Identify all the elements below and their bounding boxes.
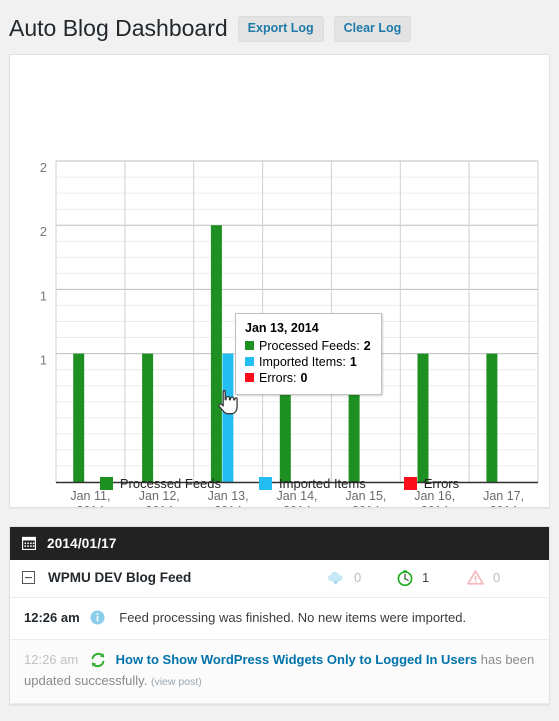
timer-icon [397, 570, 413, 586]
log-entry: 12:26 am Feed processing was finished. N… [10, 598, 549, 641]
x-axis-tick-label: Jan 15, [345, 489, 386, 503]
x-axis-tick-label: Jan 11, [70, 489, 110, 503]
bar-0-2 [210, 225, 222, 482]
log-entry-post-link[interactable]: How to Show WordPress Widgets Only to Lo… [116, 652, 478, 667]
activity-log-panel: 2014/01/17 WPMU DEV Blog Feed 0 1 0 12:2… [9, 525, 550, 706]
log-entry-time: 12:26 am [24, 652, 79, 668]
bar-chart[interactable]: 2211Jan 11,2014Jan 12,2014Jan 13,2014Jan… [10, 55, 549, 507]
log-date-label: 2014/01/17 [47, 535, 117, 551]
tooltip-label-errors: Errors: [259, 370, 297, 385]
chart-panel: 2211Jan 11,2014Jan 12,2014Jan 13,2014Jan… [9, 53, 550, 508]
stat-value-processed-feeds: 1 [422, 570, 430, 586]
tooltip-value-errors: 0 [300, 370, 308, 385]
tooltip-value-processed-feeds: 2 [363, 338, 371, 353]
calendar-icon [22, 536, 36, 551]
tooltip-value-imported-items: 1 [349, 354, 357, 369]
info-icon [90, 608, 116, 628]
feed-summary-row: WPMU DEV Blog Feed 0 1 0 [10, 559, 549, 598]
warning-icon [467, 570, 484, 586]
chart-tooltip: Jan 13, 2014 Processed Feeds: 2 Imported… [235, 312, 382, 395]
tooltip-label-imported-items: Imported Items: [259, 354, 346, 369]
x-axis-tick-label: Jan 14, [276, 489, 317, 503]
stat-processed-feeds: 1 [397, 570, 467, 586]
y-axis-tick-label: 1 [40, 288, 47, 303]
x-axis-tick-label: 2014 [283, 504, 311, 507]
tooltip-row-errors: Errors: 0 [245, 370, 371, 386]
x-axis-tick-label: 2014 [421, 504, 449, 507]
legend-item-errors[interactable]: Errors [403, 475, 460, 491]
log-entry-text: Feed processing was finished. No new ite… [119, 609, 467, 625]
legend-label-errors: Errors [423, 475, 460, 491]
legend-item-processed-feeds[interactable]: Processed Feeds [99, 475, 222, 491]
tooltip-swatch-processed-feeds [245, 341, 254, 351]
tooltip-swatch-imported-items [245, 357, 254, 367]
tooltip-row-processed-feeds: Processed Feeds: 2 [245, 338, 371, 354]
stat-errors: 0 [467, 570, 537, 585]
log-entry: 12:26 am How to Show WordPress Widgets O… [10, 640, 549, 705]
clear-log-button[interactable]: Clear Log [333, 16, 412, 42]
page-title: Auto Blog Dashboard [9, 15, 228, 41]
tooltip-label-processed-feeds: Processed Feeds: [259, 338, 360, 353]
cloud-download-icon [327, 570, 345, 586]
bar-1-2 [222, 353, 234, 482]
tooltip-swatch-errors [245, 373, 254, 383]
bar-0-1 [142, 353, 154, 482]
legend-label-imported-items: Imported Items [279, 475, 366, 491]
log-date-bar: 2014/01/17 [10, 526, 549, 560]
tooltip-row-imported-items: Imported Items: 1 [245, 354, 371, 370]
bar-0-6 [486, 353, 498, 482]
legend-swatch-imported-items [259, 476, 273, 490]
stat-imported-items: 0 [327, 570, 397, 586]
x-axis-tick-label: 2014 [214, 504, 242, 507]
x-axis-tick-label: Jan 12, [139, 489, 180, 503]
legend-swatch-processed-feeds [99, 476, 113, 490]
x-axis-tick-label: 2014 [76, 504, 104, 507]
y-axis-tick-label: 2 [40, 160, 47, 175]
x-axis-tick-label: Jan 17, [483, 489, 524, 503]
bar-0-0 [73, 353, 85, 482]
refresh-icon [90, 651, 116, 671]
bar-0-5 [417, 353, 429, 482]
y-axis-tick-label: 1 [40, 352, 47, 367]
chart-canvas[interactable]: 2211Jan 11,2014Jan 12,2014Jan 13,2014Jan… [10, 55, 549, 507]
x-axis-tick-label: Jan 13, [208, 489, 249, 503]
view-post-link[interactable]: (view post) [151, 676, 202, 688]
x-axis-tick-label: 2014 [490, 504, 518, 507]
x-axis-tick-label: 2014 [352, 504, 380, 507]
feed-name: WPMU DEV Blog Feed [48, 570, 192, 586]
y-axis-tick-label: 2 [40, 224, 47, 239]
tooltip-title: Jan 13, 2014 [245, 320, 319, 335]
page-header: Auto Blog Dashboard Export Log Clear Log [0, 0, 559, 54]
chart-legend: Processed Feeds Imported Items Errors [10, 476, 549, 491]
x-axis-tick-label: 2014 [145, 504, 173, 507]
log-entry-time: 12:26 am [24, 609, 80, 625]
export-log-button[interactable]: Export Log [237, 16, 324, 42]
stat-value-errors: 0 [493, 570, 501, 586]
legend-item-imported-items[interactable]: Imported Items [259, 476, 366, 491]
collapse-toggle-icon[interactable] [22, 571, 35, 585]
stat-value-imported-items: 0 [354, 570, 362, 586]
legend-label-processed-feeds: Processed Feeds [119, 475, 222, 491]
legend-swatch-errors [403, 476, 417, 490]
x-axis-tick-label: Jan 16, [414, 489, 455, 503]
